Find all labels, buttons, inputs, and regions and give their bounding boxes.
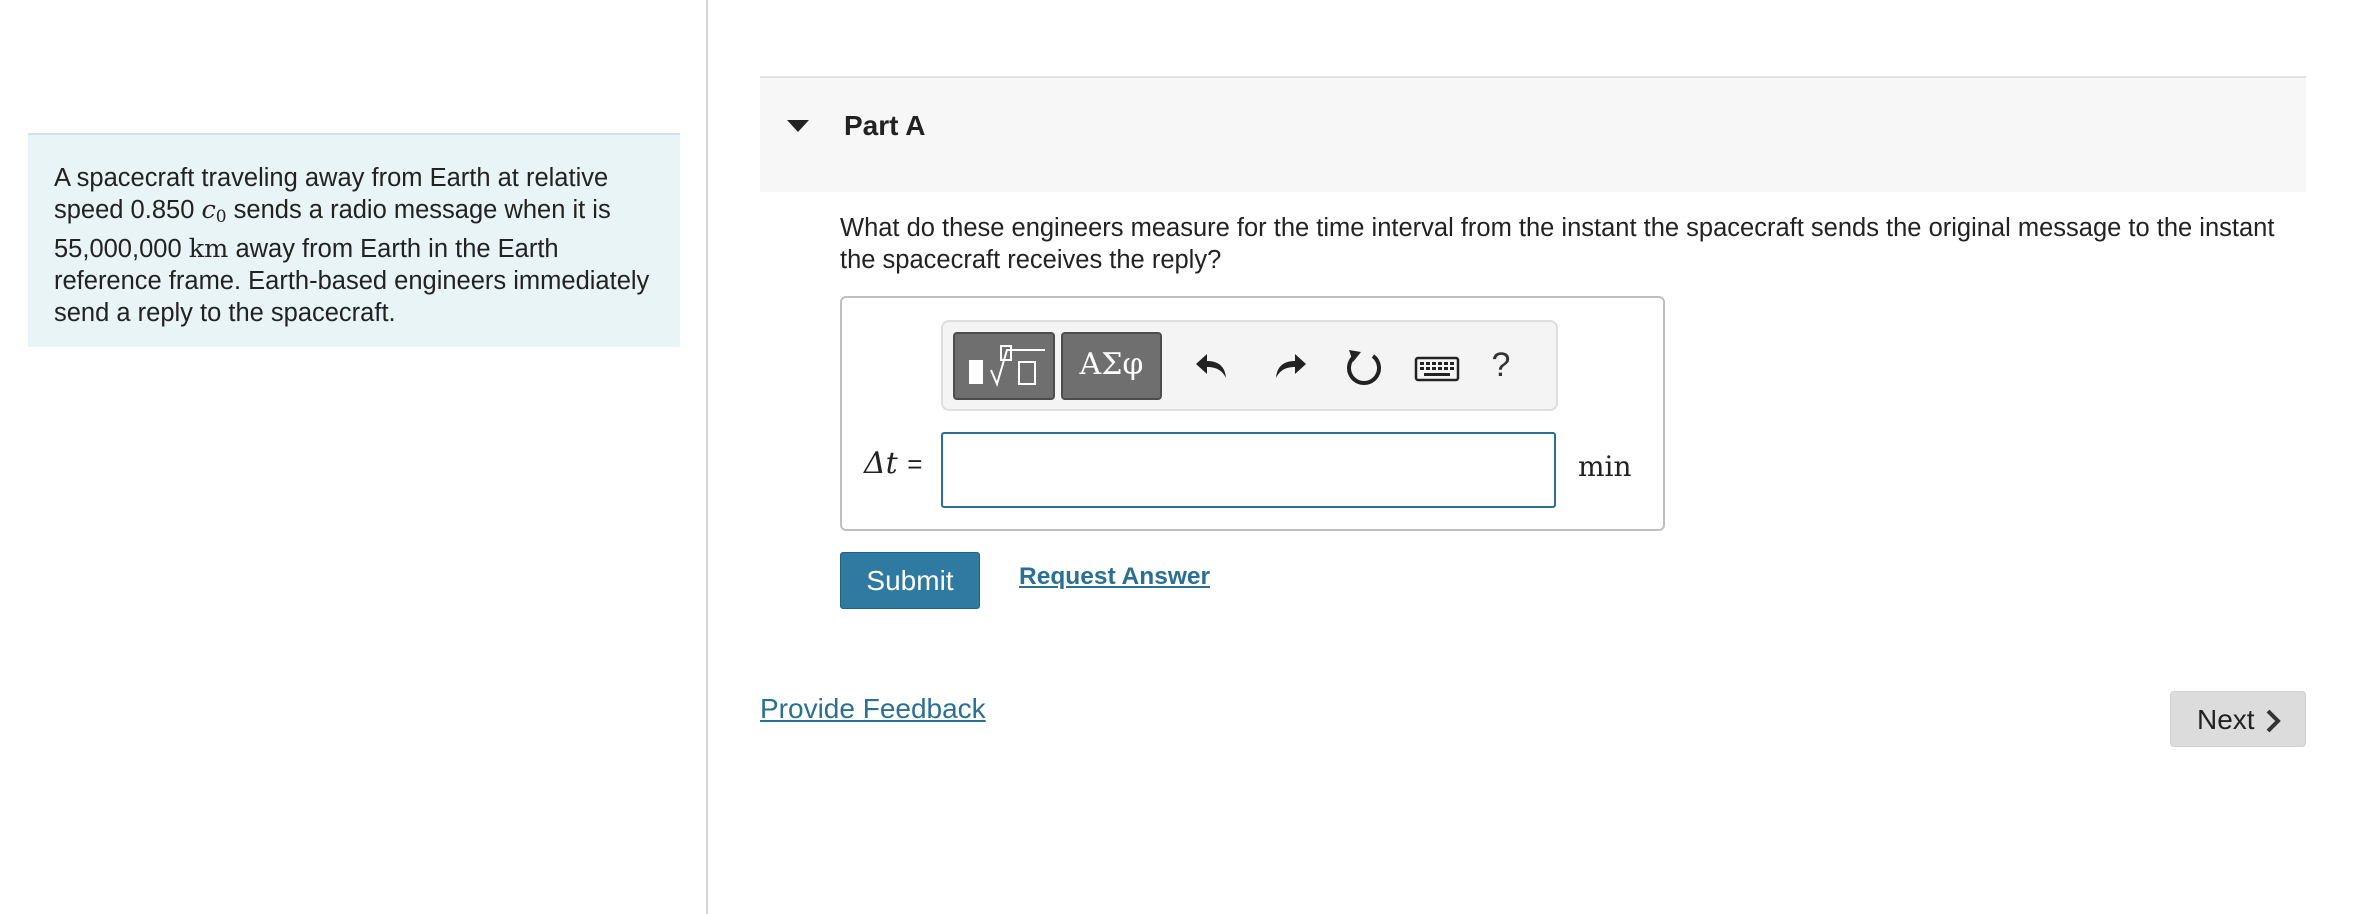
part-title: Part A [844, 110, 926, 141]
problem-statement: A spacecraft traveling away from Earth a… [28, 133, 680, 347]
variable-symbol: Δt [864, 446, 898, 481]
request-answer-link[interactable]: Request Answer [1019, 563, 1210, 591]
unit-km: km [188, 234, 229, 264]
collapse-caret-icon[interactable] [787, 120, 809, 132]
panel-divider [706, 0, 708, 914]
help-icon[interactable]: ? [1481, 340, 1521, 390]
greek-letters-button[interactable]: ΑΣφ [1061, 332, 1162, 400]
templates-icon [969, 345, 1045, 387]
submit-button[interactable]: Submit [840, 552, 980, 609]
equals-sign: = [907, 449, 923, 479]
part-a-header[interactable]: Part A [760, 76, 2306, 192]
undo-icon[interactable] [1188, 342, 1238, 392]
reset-icon[interactable] [1339, 342, 1389, 392]
answer-box: ΑΣφ ? Δt = min [840, 296, 1665, 531]
variable-label: Δt = [864, 446, 922, 481]
unit-label: min [1578, 450, 1632, 483]
question-text: What do these engineers measure for the … [840, 214, 2275, 274]
keyboard-icon[interactable] [1408, 342, 1468, 392]
math-toolbar: ΑΣφ ? [941, 320, 1558, 411]
next-label: Next [2197, 704, 2255, 735]
greek-letters-icon: ΑΣφ [1079, 347, 1144, 382]
answer-input[interactable] [941, 432, 1556, 508]
provide-feedback-link[interactable]: Provide Feedback [760, 693, 986, 725]
next-button[interactable]: Next [2170, 691, 2306, 747]
speed-of-light-symbol: c0 [201, 195, 227, 227]
templates-button[interactable] [953, 332, 1055, 400]
redo-icon[interactable] [1264, 342, 1314, 392]
chevron-right-icon [2266, 709, 2281, 733]
